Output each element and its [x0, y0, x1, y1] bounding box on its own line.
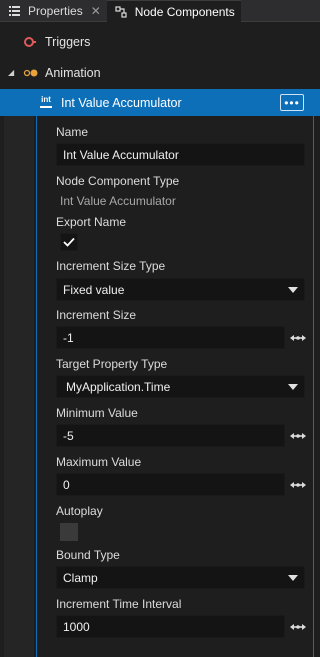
close-icon[interactable]: ✕: [91, 4, 101, 18]
autoplay-label: Autoplay: [56, 504, 103, 518]
dropdown-arrow-icon: [288, 575, 298, 581]
tree-item-triggers-label: Triggers: [45, 35, 91, 49]
dropdown-arrow-icon: [288, 287, 298, 293]
tree-item-triggers[interactable]: Triggers: [0, 28, 320, 56]
target-property-type-dropdown[interactable]: MyApplication.Time: [56, 375, 305, 398]
drag-value-icon[interactable]: [290, 480, 306, 490]
minimum-value-field[interactable]: -5: [56, 424, 285, 447]
increment-size-type-dropdown[interactable]: Fixed value: [56, 278, 305, 301]
drag-value-icon[interactable]: [290, 333, 306, 343]
drag-value-icon[interactable]: [290, 431, 306, 441]
node-component-title: Int Value Accumulator: [61, 96, 182, 110]
checkmark-icon: [63, 237, 75, 247]
name-label: Name: [56, 125, 89, 139]
maximum-value-label: Maximum Value: [56, 455, 142, 469]
node-components-icon: [115, 5, 127, 18]
animation-icon: [23, 68, 39, 78]
export-name-checkbox[interactable]: [60, 233, 78, 251]
increment-size-field[interactable]: -1: [56, 326, 285, 349]
component-type-label: Node Component Type: [56, 174, 180, 188]
tab-properties-label: Properties: [28, 4, 83, 18]
tree-item-animation[interactable]: ◢ Animation: [0, 59, 320, 87]
component-type-value: Int Value Accumulator: [60, 194, 176, 208]
increment-size-type-label: Increment Size Type: [56, 259, 166, 273]
triggers-icon: [23, 36, 37, 48]
more-options-button[interactable]: •••: [280, 94, 304, 111]
increment-time-interval-label: Increment Time Interval: [56, 597, 182, 611]
tab-node-components-label: Node Components: [134, 4, 235, 19]
increment-time-interval-field[interactable]: 1000: [56, 615, 285, 638]
indent-guide: [4, 116, 34, 657]
tab-node-components[interactable]: Node Components: [106, 0, 241, 22]
maximum-value-field[interactable]: 0: [56, 473, 285, 496]
bound-type-dropdown[interactable]: Clamp: [56, 566, 305, 589]
tab-bar: Properties ✕ Node Components: [0, 0, 320, 22]
name-field[interactable]: Int Value Accumulator: [56, 143, 305, 166]
node-component-header[interactable]: int Int Value Accumulator •••: [0, 89, 320, 116]
drag-value-icon[interactable]: [290, 622, 306, 632]
export-name-label: Export Name: [56, 215, 127, 229]
dropdown-arrow-icon: [288, 384, 298, 390]
increment-size-label: Increment Size: [56, 308, 137, 322]
target-property-type-label: Target Property Type: [56, 357, 168, 371]
int-icon: int: [38, 95, 54, 109]
autoplay-checkbox[interactable]: [60, 523, 78, 541]
list-icon: [8, 5, 20, 17]
minimum-value-label: Minimum Value: [56, 406, 138, 420]
tree-item-animation-label: Animation: [45, 66, 101, 80]
tab-properties[interactable]: Properties ✕: [0, 0, 107, 22]
bound-type-label: Bound Type: [56, 548, 120, 562]
expander-icon[interactable]: ◢: [8, 69, 16, 77]
